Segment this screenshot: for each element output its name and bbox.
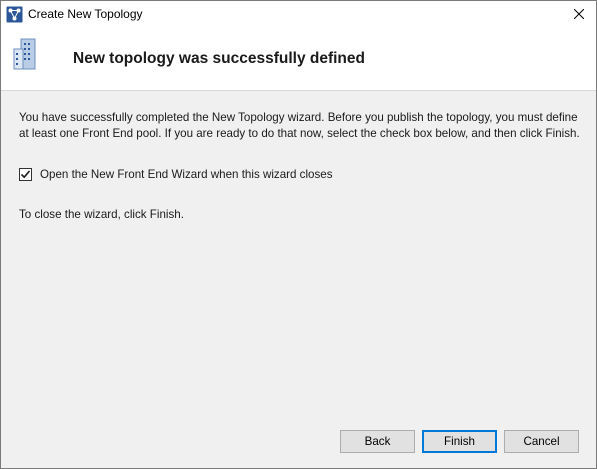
page-title: New topology was successfully defined <box>73 50 365 67</box>
cancel-button[interactable]: Cancel <box>504 430 579 453</box>
open-front-end-wizard-checkbox[interactable] <box>19 168 32 181</box>
open-front-end-wizard-checkbox-row[interactable]: Open the New Front End Wizard when this … <box>19 167 333 182</box>
close-instruction: To close the wizard, click Finish. <box>19 208 184 221</box>
completion-message: You have successfully completed the New … <box>19 111 580 140</box>
building-icon <box>11 37 43 71</box>
title-bar: Create New Topology <box>1 1 596 29</box>
close-icon <box>573 6 585 24</box>
close-button[interactable] <box>562 1 596 29</box>
back-button[interactable]: Back <box>340 430 415 453</box>
wizard-window: Create New Topology New topology was suc… <box>0 0 597 469</box>
finish-button[interactable]: Finish <box>422 430 497 453</box>
checkmark-icon <box>20 170 31 179</box>
checkbox-label: Open the New Front End Wizard when this … <box>40 168 333 181</box>
window-title: Create New Topology <box>28 7 143 21</box>
wizard-header: New topology was successfully defined <box>1 29 596 91</box>
topology-app-icon <box>6 6 23 23</box>
